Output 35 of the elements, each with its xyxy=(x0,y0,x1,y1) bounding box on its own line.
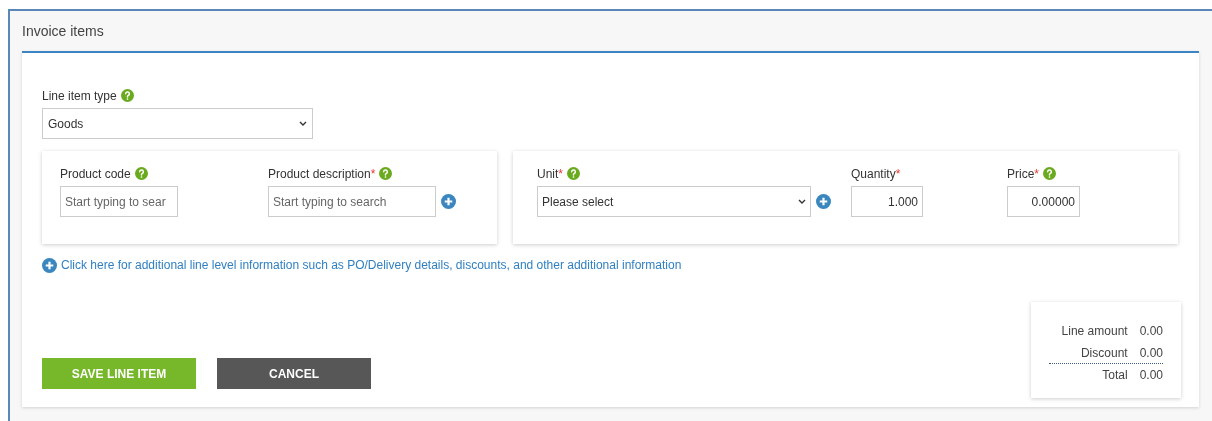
required-mark: * xyxy=(370,165,376,183)
field-label: Product code xyxy=(60,165,131,183)
search-field[interactable]: Start typing to search xyxy=(268,186,436,217)
help-icon[interactable] xyxy=(134,167,148,180)
field-label: Product description xyxy=(268,165,371,183)
total-value: 0.00 xyxy=(1139,323,1163,340)
help-icon[interactable] xyxy=(567,167,580,180)
field-label: Line item type xyxy=(42,87,117,105)
section-title: Invoice items xyxy=(22,21,104,41)
total-value: 0.00 xyxy=(1139,367,1163,384)
field-label: Unit xyxy=(537,165,559,183)
total-value: 0.00 xyxy=(1139,344,1163,362)
number-field[interactable]: 1.000 xyxy=(851,186,923,217)
required-mark: * xyxy=(558,165,563,183)
help-icon[interactable] xyxy=(379,167,393,180)
total-label: Total xyxy=(1102,367,1128,384)
expand-icon[interactable] xyxy=(42,257,57,273)
required-mark: * xyxy=(1034,165,1039,183)
caret-icon xyxy=(299,121,307,126)
total-label: Line amount xyxy=(1061,323,1128,340)
caret-icon xyxy=(798,199,806,204)
cancel-button[interactable]: CANCEL xyxy=(217,358,371,389)
line-item-type-select[interactable]: Goods xyxy=(42,108,313,139)
total-label: Discount xyxy=(1080,344,1128,362)
help-icon[interactable] xyxy=(120,89,134,102)
search-field[interactable]: Start typing to sear xyxy=(60,186,178,217)
required-mark: * xyxy=(895,165,901,183)
add-icon[interactable] xyxy=(816,194,831,209)
select-field[interactable]: Please select xyxy=(537,186,811,217)
add-icon[interactable] xyxy=(441,194,456,209)
more-info-link[interactable]: Click here for additional line level information such as PO/Delivery details, discounts, and other additional information xyxy=(61,256,682,274)
field-label: Quantity xyxy=(851,165,896,183)
number-field[interactable]: 0.00000 xyxy=(1007,186,1080,217)
field-label: Price xyxy=(1007,165,1035,183)
help-icon[interactable] xyxy=(1043,167,1056,180)
